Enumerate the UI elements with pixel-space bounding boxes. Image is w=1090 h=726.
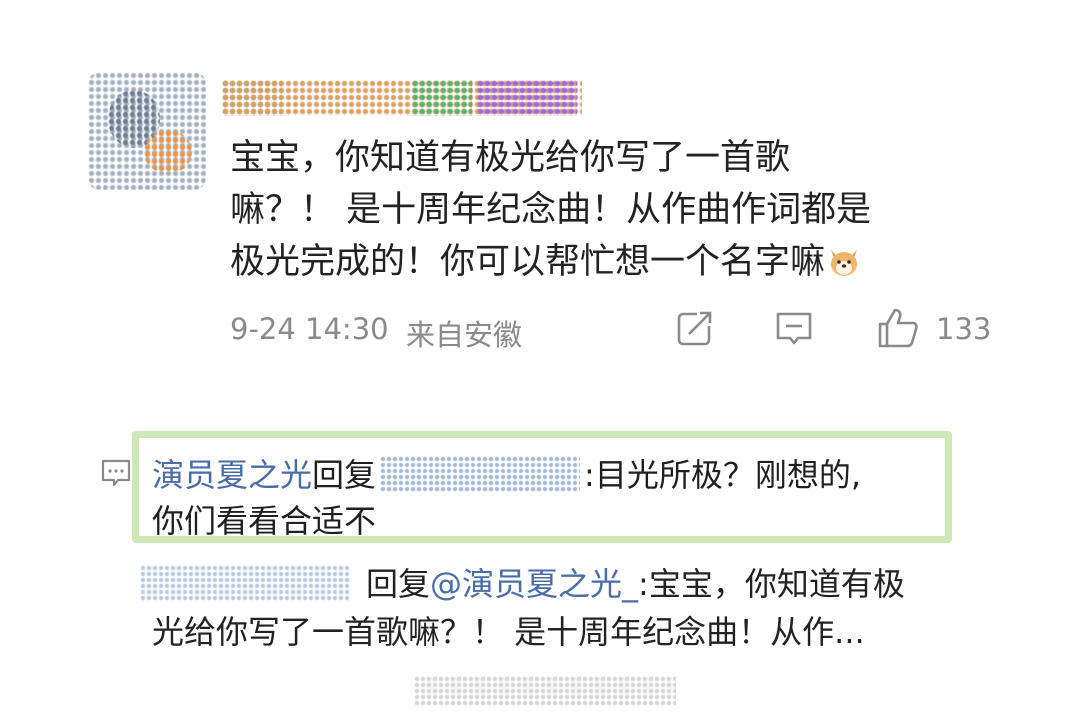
- username-mosaic-part: [412, 80, 472, 116]
- comment-date: 9-24 14:30: [230, 312, 389, 346]
- sub-reply-user-mosaic[interactable]: [140, 565, 350, 601]
- sub-reply-line: 光给你写了一首歌嘛？！ 是十周年纪念曲！从作...: [152, 613, 865, 651]
- comment-line: 宝宝，你知道有极光给你写了一首歌: [230, 138, 791, 178]
- sub-reply-text: :宝宝，你知道有极: [638, 565, 905, 603]
- reply-text: :目光所极？刚想的,: [584, 456, 861, 494]
- comment-line: 嘛？！ 是十周年纪念曲！从作曲作词都是: [230, 190, 872, 230]
- reply-bubble-icon: [101, 459, 131, 487]
- share-icon[interactable]: [675, 308, 715, 348]
- reply-line: 你们看看合适不: [152, 502, 377, 540]
- sub-reply-word: 回复: [366, 565, 431, 603]
- reply-line: 演员夏之光回复 :目光所极？刚想的,: [152, 452, 952, 498]
- comment-icon[interactable]: [774, 308, 814, 348]
- username-mosaic-part: [477, 80, 577, 116]
- dog-emoji-icon: [831, 250, 858, 276]
- avatar[interactable]: [88, 72, 206, 190]
- username-mosaic-part: [222, 80, 282, 116]
- reply-word: 回复: [312, 456, 377, 494]
- comment-body: 宝宝，你知道有极光给你写了一首歌 嘛？！ 是十周年纪念曲！从作曲作词都是 极光完…: [230, 132, 970, 288]
- comment-location: 来自安徽: [406, 318, 523, 352]
- replied-user-mosaic[interactable]: [380, 456, 581, 492]
- watermark-mosaic: [414, 676, 676, 706]
- sub-reply-line: 回复@演员夏之光_:宝宝，你知道有极: [140, 560, 1000, 608]
- reply-author-link[interactable]: 演员夏之光: [152, 456, 312, 494]
- like-count: 133: [936, 312, 992, 346]
- username-mosaic[interactable]: [222, 80, 582, 116]
- comment-line-text: 极光完成的！你可以帮忙想一个名字嘛: [230, 242, 826, 282]
- comment-meta-row: 9-24 14:30 来自安徽 133: [230, 308, 1000, 352]
- sub-reply: 回复@演员夏之光_:宝宝，你知道有极 光给你写了一首歌嘛？！ 是十周年纪念曲！从…: [140, 560, 1000, 656]
- comment-line: 极光完成的！你可以帮忙想一个名字嘛: [230, 236, 970, 288]
- avatar-mosaic-part: [144, 130, 192, 174]
- thumbs-up-icon[interactable]: [876, 306, 920, 350]
- mention-link[interactable]: @演员夏之光_: [430, 565, 638, 603]
